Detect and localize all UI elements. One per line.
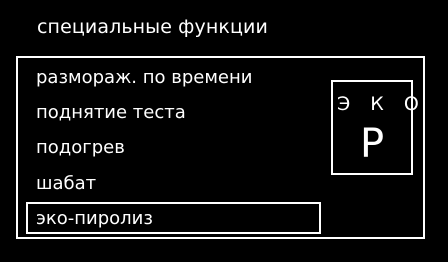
mode-preview-label: Э К О: [337, 93, 426, 115]
mode-preview-panel: Э К О P: [331, 80, 426, 175]
menu-item-warming[interactable]: подогрев: [36, 136, 125, 160]
menu-item-dough-proofing[interactable]: поднятие теста: [36, 101, 186, 125]
page-title: специальные функции: [37, 16, 268, 38]
selection-highlight: [26, 202, 321, 234]
menu-item-shabbat[interactable]: шабат: [36, 172, 96, 196]
oven-display-screen: специальные функции размораж. по времени…: [0, 0, 448, 262]
menu-item-defrost-by-time[interactable]: размораж. по времени: [36, 66, 252, 90]
pyrolysis-icon: P: [359, 121, 385, 167]
